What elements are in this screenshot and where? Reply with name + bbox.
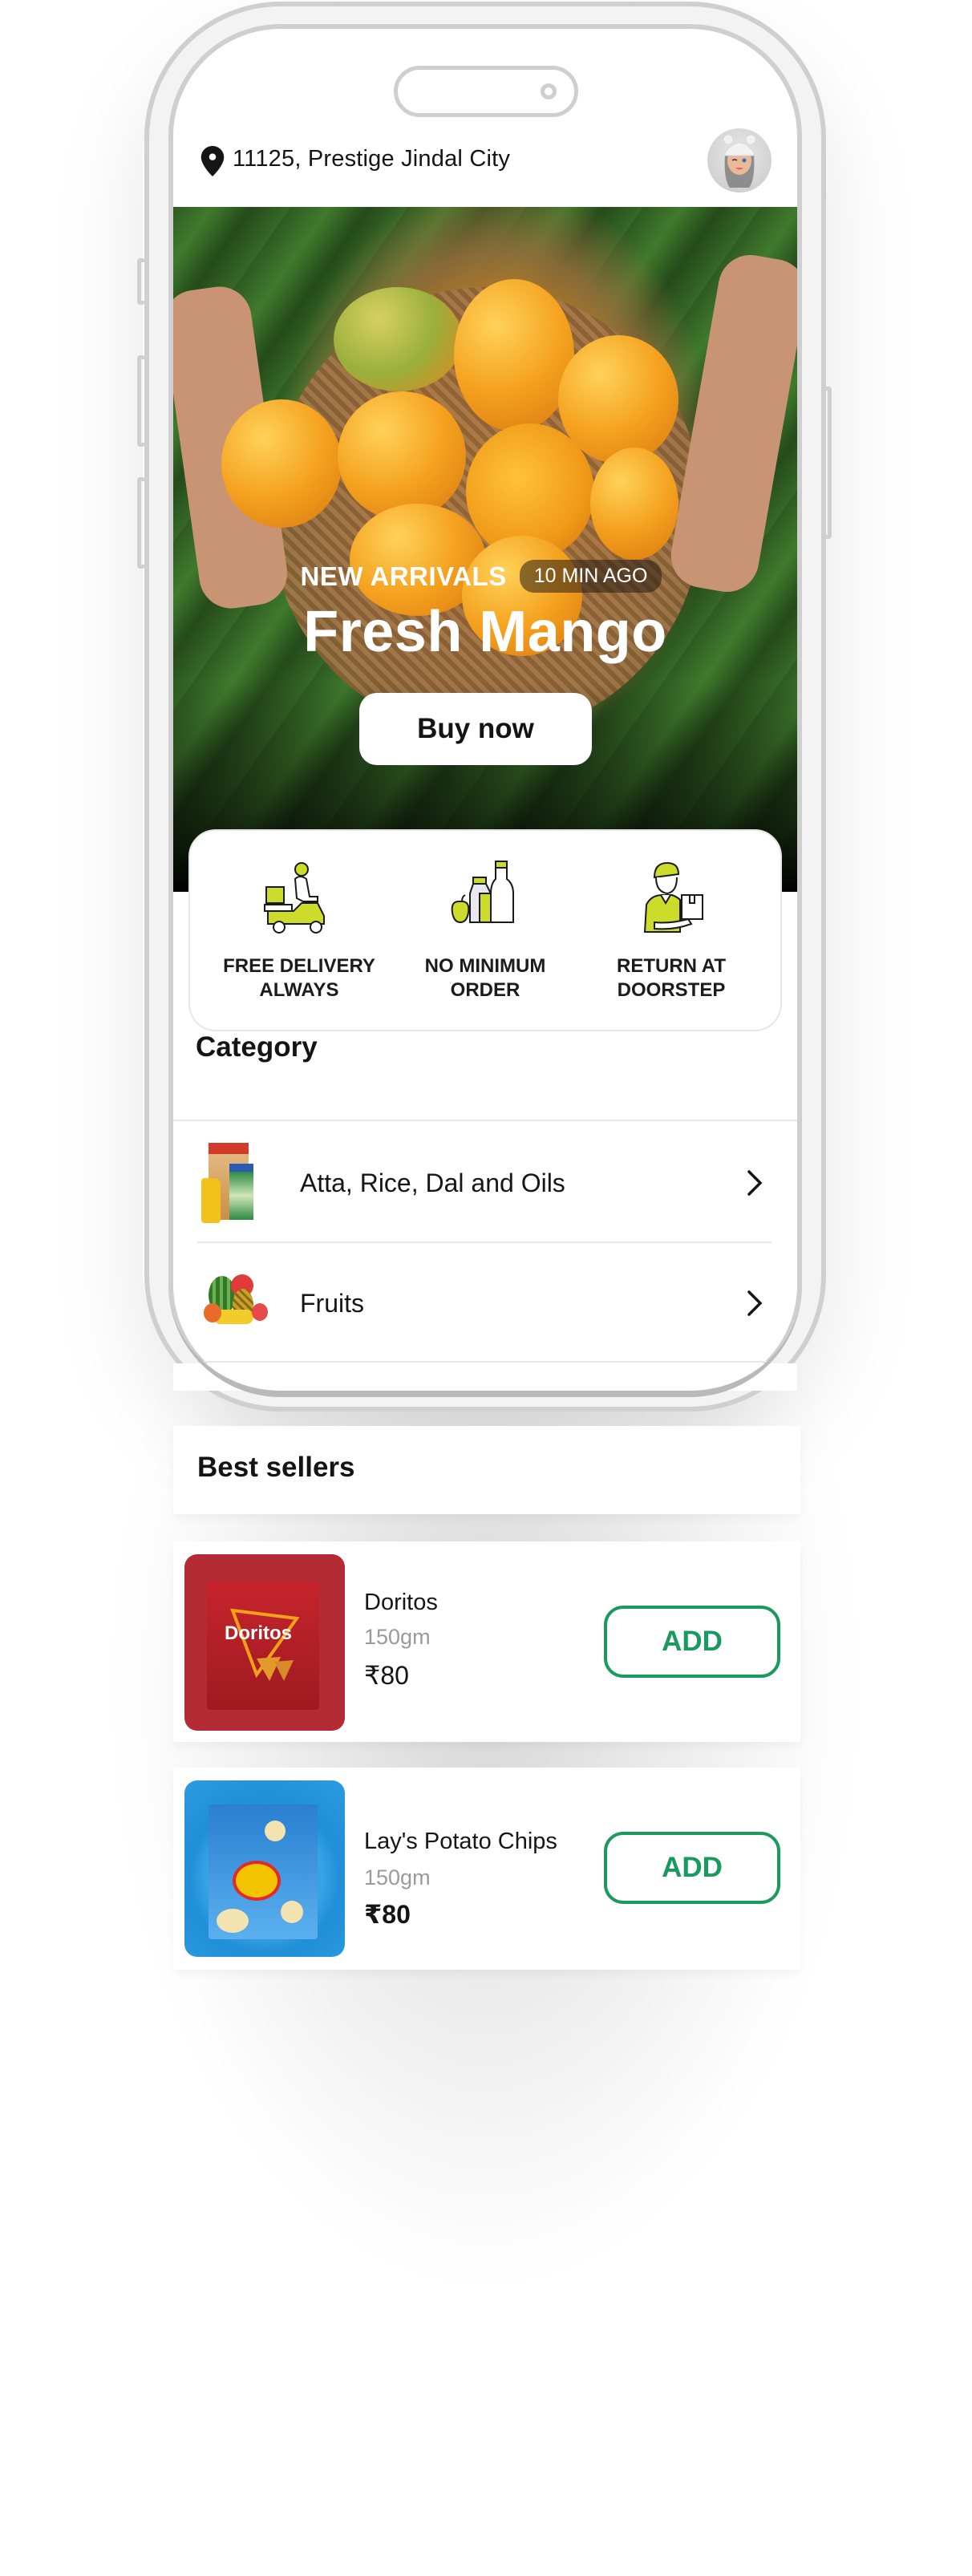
app-header: 11125, Prestige Jindal City (173, 128, 797, 205)
feature-label: FREE DELIVERY ALWAYS (223, 955, 375, 1001)
product-quantity: 150gm (364, 1625, 431, 1649)
hand-image (666, 249, 797, 597)
category-heading: Category (196, 1031, 318, 1063)
feature-label: RETURN AT DOORSTEP (617, 955, 726, 1001)
buy-now-button[interactable]: Buy now (359, 693, 592, 765)
delivery-location[interactable]: 11125, Prestige Jindal City (233, 146, 510, 172)
product-name: Lay's Potato Chips (364, 1829, 557, 1854)
feature-free-delivery: FREE DELIVERY ALWAYS (211, 860, 387, 1030)
phone-action-button (137, 258, 145, 305)
divider (173, 1120, 797, 1121)
mango-image (221, 399, 342, 528)
user-avatar[interactable] (707, 128, 772, 192)
phone-volume-up-button (137, 355, 145, 447)
hero-text: NEW ARRIVALS 10 MIN AGO Fresh Mango (173, 560, 797, 665)
features-card: FREE DELIVERY ALWAYS NO MINIMUM ORDER RE… (188, 829, 782, 1031)
hero-title: Fresh Mango (303, 600, 667, 664)
map-pin-icon[interactable] (200, 146, 225, 176)
feature-return-doorstep: RETURN AT DOORSTEP (583, 860, 759, 1030)
product-name: Doritos (364, 1590, 438, 1615)
category-label: Atta, Rice, Dal and Oils (300, 1168, 565, 1197)
product-card-doritos[interactable]: Doritos Doritos 150gm ₹80 ADD (173, 1541, 800, 1742)
mango-image (338, 391, 466, 520)
memoji-avatar-icon (723, 134, 756, 188)
chevron-right-icon (747, 1170, 763, 1196)
product-price: ₹80 (364, 1661, 409, 1690)
hero-tagline: NEW ARRIVALS (300, 561, 507, 591)
category-thumbnail-staples (197, 1143, 277, 1223)
mango-image (334, 287, 462, 391)
time-badge: 10 MIN AGO (519, 560, 662, 593)
dynamic-island (394, 66, 578, 117)
product-card-lays[interactable]: Lay's Potato Chips 150gm ₹80 ADD (173, 1768, 800, 1970)
best-sellers-header: Best sellers (173, 1426, 800, 1514)
add-to-cart-button[interactable]: ADD (604, 1832, 780, 1904)
phone-power-button (824, 387, 832, 539)
product-quantity: 150gm (364, 1865, 431, 1889)
add-to-cart-button[interactable]: ADD (604, 1606, 780, 1678)
svg-text:Doritos: Doritos (225, 1622, 292, 1644)
category-item-atta-rice-dal-oils[interactable]: Atta, Rice, Dal and Oils (197, 1123, 772, 1243)
product-image-doritos: Doritos (184, 1554, 345, 1731)
camera-icon (541, 83, 557, 99)
doritos-logo-icon: Doritos (225, 1608, 300, 1681)
product-image-lays (184, 1780, 345, 1957)
product-price: ₹80 (364, 1900, 411, 1929)
phone-volume-down-button (137, 477, 145, 569)
mango-image (454, 279, 574, 431)
hero-banner[interactable]: NEW ARRIVALS 10 MIN AGO Fresh Mango Buy … (173, 207, 797, 892)
feature-label: NO MINIMUM ORDER (424, 955, 546, 1001)
groceries-icon (451, 861, 514, 924)
phone-screen-bottom-edge (168, 1283, 802, 1397)
feature-no-minimum: NO MINIMUM ORDER (397, 860, 573, 1030)
delivery-person-icon (643, 861, 703, 933)
mango-image (590, 448, 678, 560)
best-sellers-heading: Best sellers (197, 1452, 355, 1483)
scooter-delivery-icon (264, 862, 325, 934)
